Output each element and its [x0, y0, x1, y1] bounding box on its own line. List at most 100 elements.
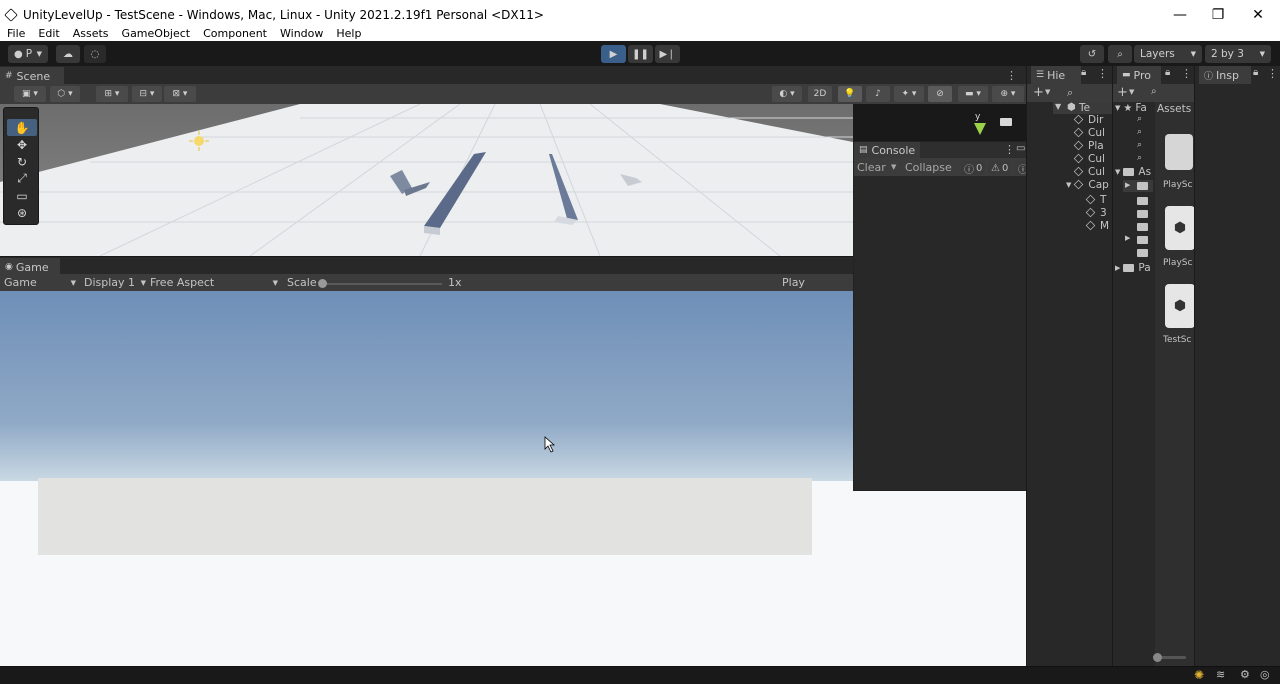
gizmos-icon[interactable]: ⊕ ▾ [992, 86, 1024, 102]
lock-icon[interactable]: 🔒︎ [1081, 67, 1086, 78]
display-dropdown[interactable]: Display 1 ▼ [84, 276, 146, 289]
lock-icon[interactable]: 🔒︎ [1253, 67, 1258, 78]
toggle-2d-button[interactable]: 2D [808, 86, 832, 102]
search-icon[interactable]: ⌕ [1151, 86, 1157, 97]
unity-scene-asset-icon[interactable]: ⬢ [1165, 284, 1195, 328]
expand-arrow-icon[interactable]: ▶ [1115, 264, 1120, 272]
scale-slider-track[interactable] [320, 283, 442, 285]
transform-tool-icon[interactable]: ⊛ [7, 204, 37, 221]
menu-assets[interactable]: Assets [66, 27, 115, 40]
zoom-slider-handle[interactable] [1153, 653, 1162, 662]
hierarchy-item[interactable]: T [1085, 193, 1106, 206]
rect-tool-icon[interactable]: ▭ [7, 187, 37, 204]
cache-server-icon[interactable]: ≋ [1216, 668, 1225, 681]
more-options-icon[interactable]: ⋮ [1006, 69, 1017, 82]
tab-project[interactable]: ▬ Pro [1117, 66, 1161, 84]
folder-row-selected[interactable]: ▶ [1123, 180, 1153, 192]
hierarchy-item[interactable]: Cul [1073, 152, 1105, 165]
debug-mode-icon[interactable]: ⚙ [1240, 668, 1250, 681]
more-options-icon[interactable]: ⋮ [1181, 67, 1192, 80]
step-button[interactable]: ▶❘ [655, 45, 680, 63]
folder-icon[interactable] [1137, 210, 1148, 218]
clear-options-chevron-icon[interactable]: ▼ [891, 163, 896, 171]
search-icon[interactable]: ⌕ [1067, 86, 1073, 100]
move-tool-icon[interactable]: ✥ [7, 136, 37, 153]
history-icon[interactable]: ↺ [1080, 45, 1104, 63]
warning-count-badge[interactable]: ⚠ 0 [988, 161, 1012, 175]
folder-icon[interactable] [1137, 197, 1148, 205]
hierarchy-item[interactable]: Dir [1073, 113, 1103, 126]
camera-settings-icon[interactable]: ▬ ▾ [958, 86, 988, 102]
game-view-dropdown[interactable]: Game ▼ [4, 276, 76, 289]
scale-slider-handle[interactable] [318, 279, 327, 288]
assets-breadcrumb[interactable]: Assets [1157, 103, 1191, 115]
expand-arrow-icon[interactable]: ▶ [1125, 234, 1130, 242]
pause-button[interactable]: ❚❚ [628, 45, 653, 63]
log-count-badge[interactable]: ⓘ 0 [961, 161, 986, 176]
aspect-dropdown[interactable]: Free Aspect ▼ [150, 276, 278, 289]
snap-settings-icon[interactable]: ⊠ ▾ [164, 86, 196, 102]
layout-dropdown[interactable]: 2 by 3 ▼ [1205, 45, 1271, 63]
more-options-icon[interactable]: ⋮ [1267, 67, 1278, 80]
hierarchy-item[interactable]: ▼ Cap [1066, 178, 1109, 191]
auto-generate-lighting-icon[interactable]: ◎ [1260, 668, 1270, 681]
cloud-icon[interactable]: ☁ [56, 45, 80, 63]
gizmo-projection-icon[interactable] [1000, 118, 1012, 126]
menu-component[interactable]: Component [196, 27, 273, 40]
unity-scene-asset-icon[interactable]: ⬢ [1165, 206, 1195, 250]
lighting-toggle-icon[interactable]: 💡 [838, 86, 862, 102]
hierarchy-item[interactable]: Cul [1073, 165, 1105, 178]
clear-button[interactable]: Clear [857, 161, 886, 174]
scale-tool-icon[interactable]: ⤢ [7, 170, 37, 187]
favorites-folder[interactable]: ▼ ★ Fa [1115, 102, 1147, 114]
packages-folder[interactable]: ▶ Pa [1115, 262, 1151, 274]
maximize-panel-icon[interactable]: ▭ [1016, 143, 1025, 154]
hierarchy-item[interactable]: Cul [1073, 126, 1105, 139]
chevron-down-icon[interactable]: ▼ [1045, 88, 1050, 96]
expand-arrow-icon[interactable]: ▼ [1055, 102, 1061, 111]
tab-hierarchy[interactable]: ☰ Hie [1031, 66, 1081, 84]
hierarchy-item[interactable]: M [1085, 219, 1109, 232]
effects-toggle-icon[interactable]: ✦ ▾ [894, 86, 924, 102]
shading-cube-icon[interactable]: ⬡ ▾ [50, 86, 80, 102]
menu-file[interactable]: File [0, 27, 31, 40]
collab-icon[interactable]: ◌ [84, 45, 106, 63]
draw-mode-icon[interactable]: ▣ ▾ [14, 86, 46, 102]
lock-icon[interactable]: 🔒︎ [1165, 67, 1170, 78]
scene-viewport[interactable]: y [0, 104, 853, 256]
hidden-objects-icon[interactable]: ⊘ [928, 86, 952, 102]
progress-indicator-icon[interactable]: ✺ [1194, 668, 1204, 682]
menu-edit[interactable]: Edit [31, 27, 65, 40]
folder-icon[interactable] [1137, 236, 1148, 244]
render-mode-icon[interactable]: ◐ ▾ [772, 86, 802, 102]
expand-arrow-icon[interactable]: ▶ [1125, 181, 1130, 189]
menu-gameobject[interactable]: GameObject [115, 27, 197, 40]
tab-scene[interactable]: # Scene [0, 67, 64, 85]
asset-label[interactable]: TestSc [1163, 335, 1191, 345]
play-button[interactable]: ▶ [601, 45, 626, 63]
account-dropdown[interactable]: ● P ▼ [8, 45, 48, 63]
add-icon[interactable]: + [1117, 85, 1128, 100]
asset-label[interactable]: PlaySc [1163, 258, 1192, 268]
tab-console[interactable]: ▤ Console [854, 142, 920, 158]
orientation-gizmo[interactable]: y [972, 112, 988, 138]
grid-snap-icon[interactable]: ⊞ ▾ [96, 86, 128, 102]
folder-icon[interactable] [1137, 249, 1148, 257]
more-options-icon[interactable]: ⋮ [1004, 143, 1015, 156]
audio-toggle-icon[interactable]: ♪ [866, 86, 890, 102]
menu-window[interactable]: Window [273, 27, 329, 40]
expand-arrow-icon[interactable]: ▼ [1115, 104, 1120, 112]
add-icon[interactable]: + [1033, 85, 1044, 100]
collapse-toggle[interactable]: Collapse [905, 161, 952, 174]
hand-tool-icon[interactable]: ✋ [7, 119, 37, 136]
rotate-tool-icon[interactable]: ↻ [7, 153, 37, 170]
assets-folder[interactable]: ▼ As [1115, 166, 1151, 178]
hierarchy-item[interactable]: Pla [1073, 139, 1104, 152]
layers-dropdown[interactable]: Layers ▼ [1134, 45, 1202, 63]
tab-inspector[interactable]: ⓘ Insp [1199, 66, 1251, 84]
expand-arrow-icon[interactable]: ▼ [1066, 181, 1071, 189]
expand-arrow-icon[interactable]: ▼ [1115, 168, 1120, 176]
chevron-down-icon[interactable]: ▼ [1129, 88, 1134, 96]
hierarchy-item[interactable]: 3 [1085, 206, 1107, 219]
menu-help[interactable]: Help [329, 27, 367, 40]
